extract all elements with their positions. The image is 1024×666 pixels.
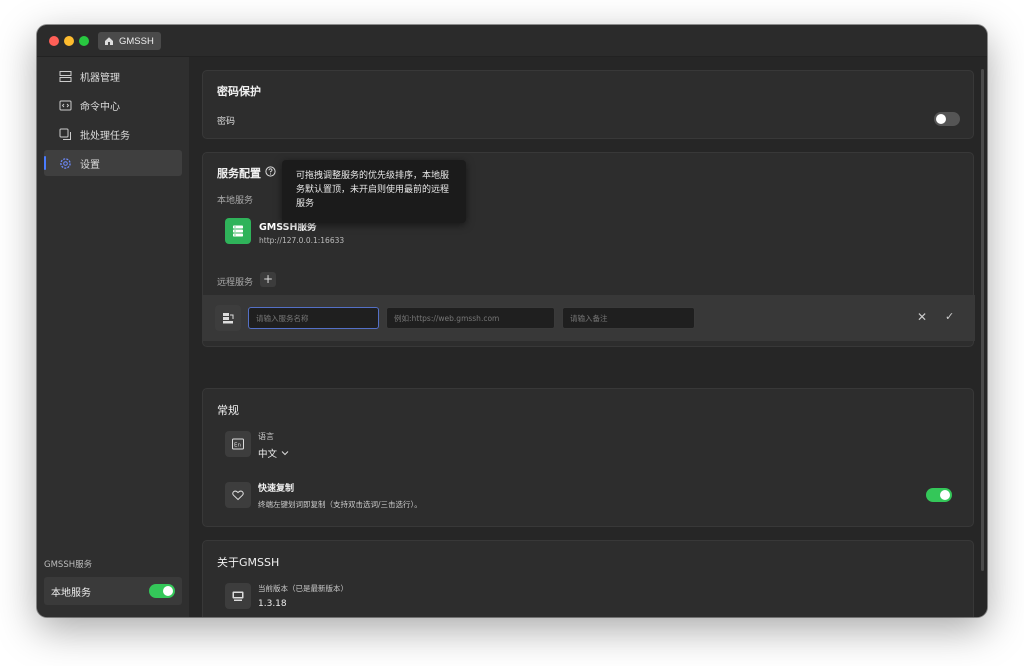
section-title: 常规 xyxy=(217,404,239,417)
minimize-window-button[interactable] xyxy=(64,36,74,46)
service-name-input[interactable]: 请输入服务名称 xyxy=(248,307,379,329)
general-card: 常规 En 语言 中文 快速复制 终端左键划词即复制（支持双击选词/三击选行）。 xyxy=(202,388,974,527)
service-priority-tooltip: 可拖拽调整服务的优先级排序，本地服务默认置顶，未开启则使用最前的远程服务 xyxy=(282,160,466,223)
batch-icon xyxy=(59,128,71,140)
version-label: 当前版本（已是最新版本） xyxy=(258,584,348,593)
app-window: GMSSH 机器管理 命令中心 批处理任务 设置 GMSSH服务 本地服务 密码… xyxy=(37,25,987,617)
app-tab-label: GMSSH xyxy=(119,35,154,47)
service-url-input[interactable]: 例如:https://web.gmssh.com xyxy=(386,307,555,329)
about-card: 关于GMSSH 当前版本（已是最新版本） 1.3.18 xyxy=(202,540,974,617)
zoom-window-button[interactable] xyxy=(79,36,89,46)
service-note-input[interactable]: 请输入备注 xyxy=(562,307,695,329)
service-url: http://127.0.0.1:16633 xyxy=(259,236,345,245)
language-value: 中文 xyxy=(258,449,278,460)
remote-service-form-row: 请输入服务名称 例如:https://web.gmssh.com 请输入备注 ✕… xyxy=(203,295,975,341)
server-icon xyxy=(59,70,72,82)
home-icon xyxy=(105,37,113,45)
sidebar-item-batch[interactable]: 批处理任务 xyxy=(44,121,182,147)
code-icon xyxy=(59,100,72,110)
title-bar: GMSSH xyxy=(37,25,987,57)
version-icon xyxy=(225,583,251,609)
quick-copy-icon xyxy=(225,482,251,508)
cancel-button[interactable]: ✕ xyxy=(917,310,927,324)
local-services-label: 本地服务 xyxy=(217,196,254,206)
sidebar-item-commands[interactable]: 命令中心 xyxy=(44,92,182,118)
quick-copy-toggle[interactable] xyxy=(926,488,952,502)
sidebar-item-settings[interactable]: 设置 xyxy=(44,150,182,176)
add-remote-service-button[interactable]: + xyxy=(260,272,276,287)
remote-services-label: 远程服务 xyxy=(217,278,254,288)
close-window-button[interactable] xyxy=(49,36,59,46)
sidebar-item-machines[interactable]: 机器管理 xyxy=(44,63,182,89)
svg-text:En: En xyxy=(234,443,241,449)
section-title: 密码保护 xyxy=(217,85,261,98)
app-tab[interactable]: GMSSH xyxy=(98,32,161,50)
help-icon[interactable] xyxy=(265,166,276,177)
remote-service-icon xyxy=(215,305,241,331)
service-icon xyxy=(225,218,251,244)
password-label: 密码 xyxy=(217,117,236,127)
password-toggle[interactable] xyxy=(934,112,960,126)
language-icon: En xyxy=(225,431,251,457)
language-select[interactable]: 中文 xyxy=(258,446,289,460)
sidebar: 机器管理 命令中心 批处理任务 设置 GMSSH服务 本地服务 xyxy=(37,57,189,617)
version-number: 1.3.18 xyxy=(258,599,287,609)
language-label: 语言 xyxy=(258,432,274,441)
section-title: 关于GMSSH xyxy=(217,556,280,569)
sidebar-item-label: 设置 xyxy=(80,159,100,171)
quick-copy-description: 终端左键划词即复制（支持双击选词/三击选行）。 xyxy=(258,500,422,509)
gmssh-service-label: GMSSH服务 xyxy=(44,560,93,570)
settings-main: 密码保护 密码 服务配置 本地服务 GMSSH服务 http://127.0.0… xyxy=(189,57,987,617)
sidebar-item-label: 命令中心 xyxy=(80,101,120,113)
scrollbar[interactable] xyxy=(981,69,984,571)
sidebar-item-label: 机器管理 xyxy=(80,72,120,84)
local-service-label: 本地服务 xyxy=(51,587,91,599)
section-title: 服务配置 xyxy=(217,167,261,180)
gear-icon xyxy=(60,157,71,169)
quick-copy-title: 快速复制 xyxy=(258,484,295,494)
local-service-toggle[interactable] xyxy=(149,584,175,598)
confirm-button[interactable]: ✓ xyxy=(945,310,954,323)
local-service-row: 本地服务 xyxy=(44,577,182,605)
chevron-down-icon xyxy=(281,451,289,456)
sidebar-item-label: 批处理任务 xyxy=(80,130,130,142)
password-card: 密码保护 密码 xyxy=(202,70,974,139)
